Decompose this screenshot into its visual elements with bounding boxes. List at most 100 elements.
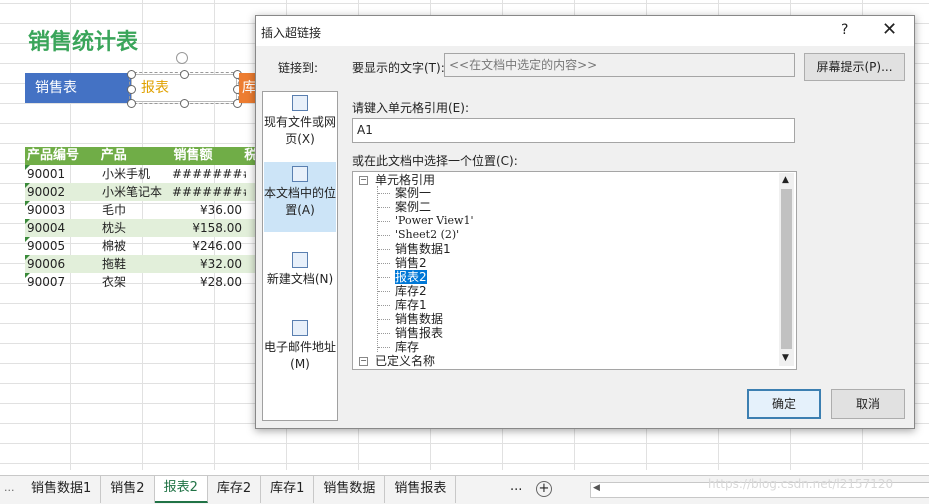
link-email[interactable]: 电子邮件地址(M): [264, 320, 336, 380]
tree-group-defined-names[interactable]: 已定义名称: [375, 354, 435, 368]
tab-sheet-active[interactable]: 报表2: [154, 476, 208, 503]
resize-handle[interactable]: [127, 85, 136, 94]
tree-item[interactable]: 销售报表: [395, 326, 443, 340]
help-button[interactable]: ?: [841, 22, 848, 38]
table-row[interactable]: 90006 拖鞋 ¥32.00: [25, 255, 258, 273]
cell-product[interactable]: 小米手机: [100, 165, 172, 183]
tree-scrollbar[interactable]: ▲ ▼: [779, 173, 794, 366]
link-place-label: 本文档中的位置(A): [264, 186, 337, 217]
cell-sales[interactable]: ¥28.00: [172, 273, 246, 291]
close-button[interactable]: ✕: [882, 19, 897, 40]
cell-id[interactable]: 90005: [25, 237, 100, 255]
resize-handle[interactable]: [127, 70, 136, 79]
cell-sales[interactable]: ¥158.00: [172, 219, 246, 237]
scroll-down-icon[interactable]: ▼: [782, 353, 789, 363]
tab-sheet[interactable]: 销售报表: [385, 476, 457, 503]
dialog-title: 插入超链接: [261, 26, 322, 40]
resize-handle[interactable]: [180, 70, 189, 79]
header-sales[interactable]: 销售额: [169, 147, 242, 165]
cell-product[interactable]: 棉被: [100, 237, 172, 255]
table-row[interactable]: 90003 毛巾 ¥36.00: [25, 201, 258, 219]
dialog-titlebar[interactable]: 插入超链接 ? ✕: [256, 16, 914, 46]
cell-product[interactable]: 衣架: [100, 273, 172, 291]
cell-sales[interactable]: ¥32.00: [172, 255, 246, 273]
cell-product[interactable]: 枕头: [100, 219, 172, 237]
tree-item[interactable]: 案例一: [395, 186, 431, 200]
location-tree[interactable]: − 单元格引用 案例一 案例二 'Power View1' 'Sheet2 (2…: [352, 171, 797, 370]
tab-sheet[interactable]: 销售数据1: [22, 476, 102, 503]
tree-item-selected[interactable]: 报表2: [395, 270, 427, 284]
table-row[interactable]: 90001 小米手机 ########: [25, 165, 258, 183]
add-sheet-button[interactable]: +: [536, 481, 552, 497]
link-existing-file[interactable]: 现有文件或网页(X): [264, 95, 336, 157]
shape-sales-table[interactable]: 销售表: [25, 73, 131, 103]
tree-group-cell-refs[interactable]: 单元格引用: [375, 173, 435, 187]
tab-scroll-left-icon[interactable]: ...: [4, 481, 15, 494]
cell-product[interactable]: 毛巾: [100, 201, 172, 219]
cancel-button[interactable]: 取消: [831, 389, 905, 419]
resize-handle[interactable]: [180, 99, 189, 108]
collapse-icon[interactable]: −: [359, 176, 368, 185]
table-row[interactable]: 90002 小米笔记本 ########: [25, 183, 258, 201]
scroll-left-icon[interactable]: ◀: [593, 483, 600, 493]
scroll-thumb[interactable]: [781, 189, 792, 349]
cell-sales[interactable]: ########: [172, 165, 246, 183]
insert-hyperlink-dialog: 插入超链接 ? ✕ 链接到: 现有文件或网页(X) 本文档中的位置(A) 新建文…: [255, 15, 915, 429]
new-document-icon: [292, 252, 308, 268]
shape-report-label: 报表: [141, 80, 169, 96]
tree-item[interactable]: 'Power View1': [395, 214, 474, 228]
document-web-icon: [292, 95, 308, 111]
link-new-document[interactable]: 新建文档(N): [264, 252, 336, 302]
document-place-icon: [292, 166, 308, 182]
watermark: https://blog.csdn.net/l2157120: [708, 477, 894, 491]
tree-item[interactable]: 销售数据: [395, 312, 443, 326]
more-tabs-button[interactable]: ...: [510, 479, 522, 494]
link-new-document-label: 新建文档(N): [266, 272, 334, 286]
link-to-label: 链接到:: [278, 61, 319, 75]
email-icon: [292, 320, 308, 336]
header-product-id[interactable]: 产品编号: [25, 147, 99, 165]
display-text-input[interactable]: <<在文档中选定的内容>>: [444, 53, 795, 77]
rotate-handle-icon[interactable]: [176, 52, 188, 64]
sheet-title: 销售统计表: [28, 30, 139, 55]
table-row[interactable]: 90004 枕头 ¥158.00: [25, 219, 258, 237]
cell-ref-input[interactable]: A1: [352, 118, 795, 143]
cell-sales[interactable]: ¥36.00: [172, 201, 246, 219]
cell-id[interactable]: 90003: [25, 201, 100, 219]
cell-id[interactable]: 90006: [25, 255, 100, 273]
ok-button[interactable]: 确定: [747, 389, 821, 419]
table-row[interactable]: 90005 棉被 ¥246.00: [25, 237, 258, 255]
collapse-icon[interactable]: −: [359, 357, 368, 366]
tab-sheet[interactable]: 库存1: [261, 476, 315, 503]
tab-sheet[interactable]: 库存2: [208, 476, 262, 503]
sheet-tabs: 销售数据1 销售2 报表2 库存2 库存1 销售数据 销售报表: [22, 476, 457, 503]
tree-item[interactable]: 销售数据1: [395, 242, 451, 256]
tree-item[interactable]: 销售2: [395, 256, 427, 270]
cell-product[interactable]: 拖鞋: [100, 255, 172, 273]
tab-sheet[interactable]: 销售2: [101, 476, 155, 503]
scroll-up-icon[interactable]: ▲: [782, 175, 789, 185]
header-product[interactable]: 产品: [99, 147, 170, 165]
link-email-label: 电子邮件地址(M): [264, 340, 337, 371]
table-row[interactable]: 90007 衣架 ¥28.00: [25, 273, 258, 291]
tree-item[interactable]: 库存: [395, 340, 419, 354]
link-existing-file-label: 现有文件或网页(X): [264, 115, 337, 146]
cell-id[interactable]: 90004: [25, 219, 100, 237]
cell-sales[interactable]: ¥246.00: [172, 237, 246, 255]
tree-item[interactable]: 案例二: [395, 200, 431, 214]
screen-tip-button[interactable]: 屏幕提示(P)...: [804, 53, 905, 81]
resize-handle[interactable]: [127, 99, 136, 108]
link-to-sidebar: 现有文件或网页(X) 本文档中的位置(A) 新建文档(N) 电子邮件地址(M): [262, 91, 338, 421]
cell-id[interactable]: 90002: [25, 183, 100, 201]
tree-item[interactable]: 'Sheet2 (2)': [395, 228, 459, 242]
tab-sheet[interactable]: 销售数据: [314, 476, 386, 503]
cell-id[interactable]: 90001: [25, 165, 100, 183]
tree-item[interactable]: 库存1: [395, 298, 427, 312]
data-table: 产品编号 产品 销售额 税 90001 小米手机 ######## 90002 小米笔…: [25, 147, 258, 291]
link-place-in-document[interactable]: 本文档中的位置(A): [264, 162, 336, 232]
cell-product[interactable]: 小米笔记本: [100, 183, 172, 201]
cell-id[interactable]: 90007: [25, 273, 100, 291]
cell-ref-label: 请键入单元格引用(E):: [352, 101, 469, 115]
cell-sales[interactable]: ########: [172, 183, 246, 201]
tree-item[interactable]: 库存2: [395, 284, 427, 298]
